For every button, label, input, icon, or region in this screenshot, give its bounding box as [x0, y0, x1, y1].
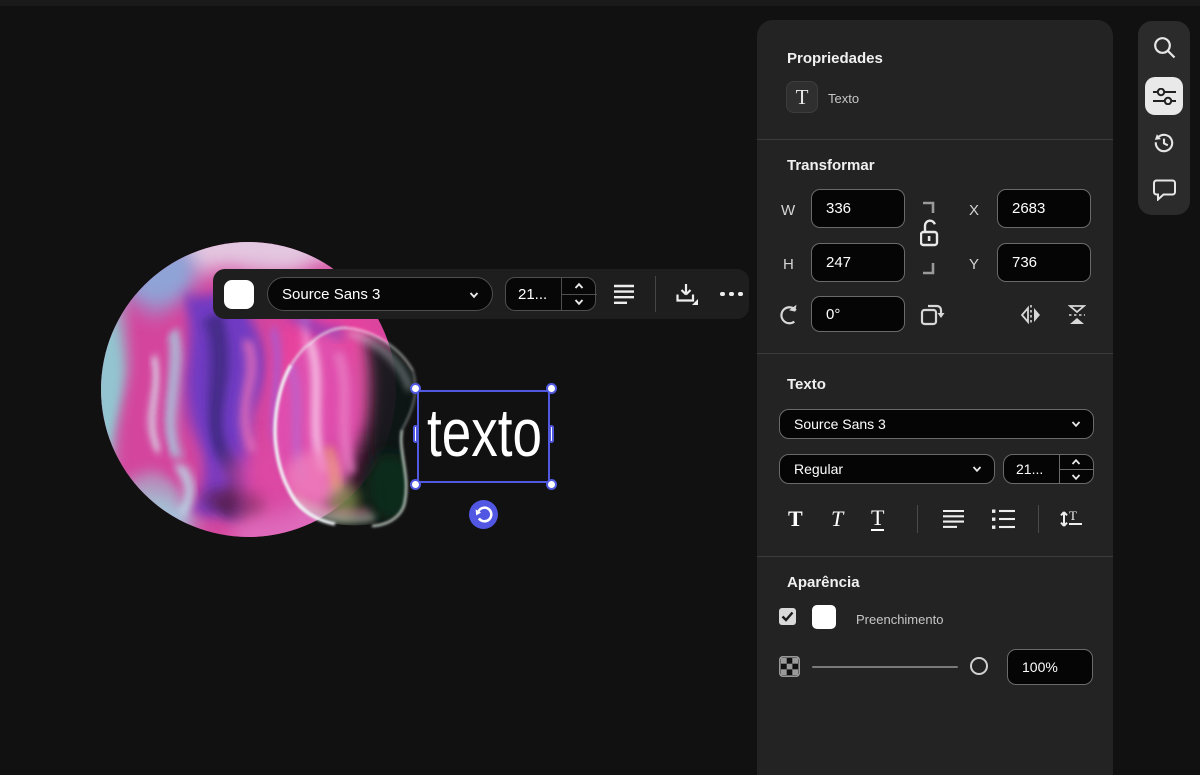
- svg-text:T: T: [1069, 508, 1077, 523]
